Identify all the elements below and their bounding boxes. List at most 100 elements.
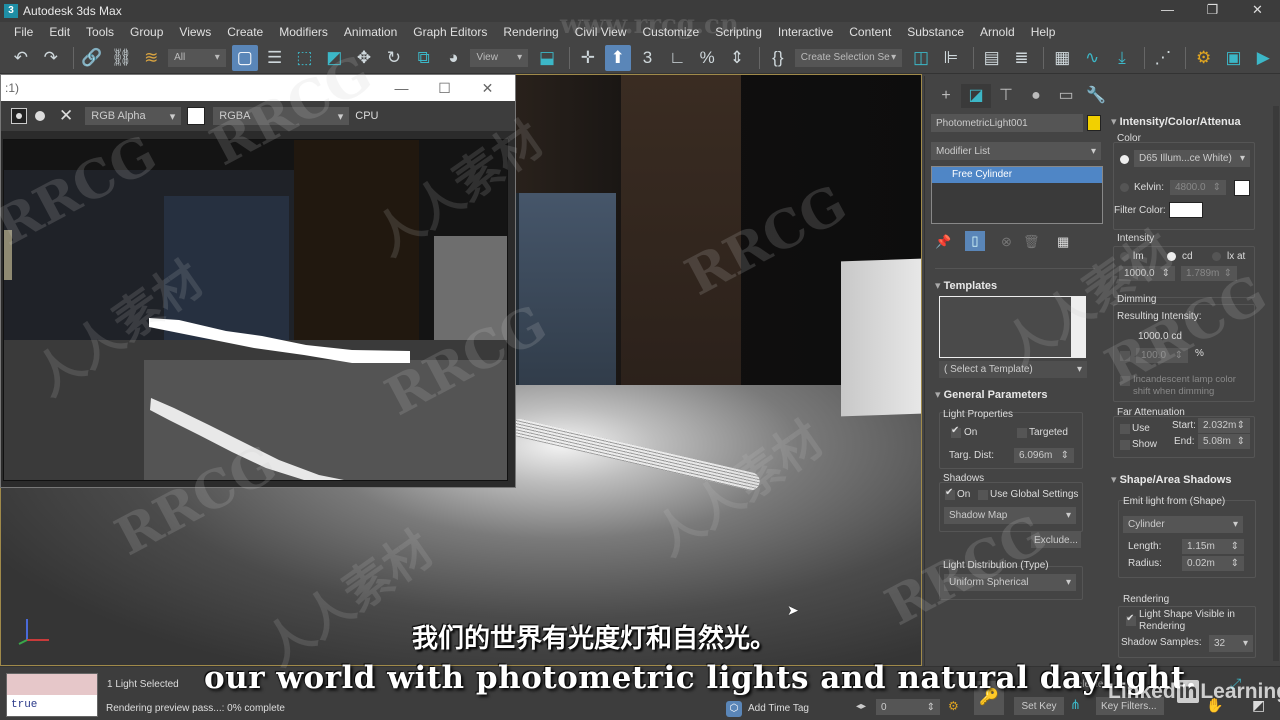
modifier-stack-item[interactable]: Free Cylinder [932, 167, 1102, 183]
restore-icon[interactable]: ❐ [1190, 0, 1235, 22]
menu-content[interactable]: Content [841, 25, 899, 39]
bind-space-warp-icon[interactable]: ≋ [138, 45, 164, 71]
preset-radio[interactable] [1120, 155, 1129, 164]
menu-substance[interactable]: Substance [899, 25, 972, 39]
rotate-icon[interactable]: ↻ [381, 45, 407, 71]
templates-list[interactable] [939, 296, 1086, 358]
align-icon[interactable]: ⊫ [938, 45, 964, 71]
menu-customize[interactable]: Customize [635, 25, 708, 39]
spinner-arrows-icon[interactable]: ⇕ [1175, 350, 1183, 361]
named-selection-dropdown[interactable]: Create Selection Se ▾ [794, 48, 903, 67]
redo-icon[interactable]: ↷ [38, 45, 64, 71]
render-icon[interactable]: ▶ [1250, 45, 1276, 71]
command-panel-scrollbar[interactable] [1273, 106, 1279, 661]
reference-coord-dropdown[interactable]: View ▾ [470, 48, 529, 67]
menu-modifiers[interactable]: Modifiers [271, 25, 336, 39]
menu-civil-view[interactable]: Civil View [567, 25, 635, 39]
templates-rollout-title[interactable]: Templates [935, 279, 998, 292]
curve-editor-icon[interactable]: ∿ [1079, 45, 1105, 71]
lx-at-radio[interactable] [1212, 252, 1221, 261]
spinner-arrows-icon[interactable]: ⇕ [1061, 450, 1069, 461]
color-preset-dropdown[interactable]: D65 Illum...ce White) ▾ [1134, 150, 1250, 167]
modify-tab[interactable]: ◪ [961, 84, 991, 108]
template-select-dropdown[interactable]: ( Select a Template) ▾ [939, 361, 1087, 378]
render-window-titlebar[interactable]: :1) — ☐ ✕ [1, 75, 515, 101]
select-manipulate-icon[interactable]: ✛ [575, 45, 601, 71]
time-tag-icon[interactable]: ⬡ [726, 701, 742, 717]
menu-create[interactable]: Create [219, 25, 271, 39]
targeted-checkbox[interactable] [1017, 428, 1027, 438]
channel-mode-dropdown[interactable]: RGBA ▾ [213, 107, 350, 125]
show-end-result-icon[interactable]: ▯ [965, 231, 985, 251]
object-name-field[interactable]: PhotometricLight001 [931, 114, 1083, 132]
use-global-settings-checkbox[interactable] [978, 490, 988, 500]
close-icon[interactable]: ✕ [1235, 0, 1280, 22]
spinner-arrows-icon[interactable]: ⇕ [1162, 268, 1170, 279]
mirror-icon[interactable]: ◫ [908, 45, 934, 71]
pin-stack-icon[interactable]: 📌 [935, 234, 951, 250]
utilities-tab[interactable]: 🔧 [1081, 84, 1111, 108]
listener-input[interactable] [7, 674, 97, 695]
hierarchy-tab[interactable]: ⊤ [991, 84, 1021, 108]
window-crossing-icon[interactable]: ◩ [321, 45, 347, 71]
unlink-icon[interactable]: ⛓ [108, 45, 134, 71]
spinner-arrows-icon[interactable]: ⇕ [1237, 420, 1245, 431]
shadow-samples-dropdown[interactable]: 32 ▾ [1209, 635, 1253, 652]
mono-channel-icon[interactable] [35, 111, 45, 121]
clear-icon[interactable]: ✕ [59, 106, 73, 126]
edit-named-sets-icon[interactable]: {} [765, 45, 791, 71]
spinner-arrows-icon[interactable]: ⇕ [1213, 182, 1221, 193]
kelvin-spinner[interactable]: 4800.0 ⇕ [1170, 180, 1226, 195]
spinner-arrows-icon[interactable]: ⇕ [927, 702, 935, 713]
maxscript-mini-listener[interactable]: true [6, 673, 98, 717]
display-alpha-icon[interactable] [11, 108, 27, 124]
minimize-icon[interactable]: — [1145, 0, 1190, 22]
motion-tab[interactable]: ● [1021, 84, 1051, 108]
keyboard-shortcut-icon[interactable]: ⬆ [604, 44, 631, 71]
time-configuration-icon[interactable]: ⚙ [948, 699, 959, 713]
scene-explorer-icon[interactable]: ▤ [979, 45, 1005, 71]
move-icon[interactable]: ✥ [351, 45, 377, 71]
color-swatch[interactable] [187, 107, 206, 125]
lx-distance-spinner[interactable]: 1.789m ⇕ [1181, 266, 1237, 281]
far-atten-start-spinner[interactable]: 2.032m ⇕ [1198, 418, 1250, 433]
filter-color-swatch[interactable] [1169, 202, 1203, 218]
remove-modifier-icon[interactable]: 🗑 [1023, 234, 1040, 250]
object-color-swatch[interactable] [1087, 115, 1101, 131]
spinner-arrows-icon[interactable]: ⇕ [1237, 436, 1245, 447]
menu-group[interactable]: Group [122, 25, 171, 39]
spinner-arrows-icon[interactable]: ⇕ [1224, 268, 1232, 279]
rect-selection-icon[interactable]: ⬚ [291, 45, 317, 71]
pivot-icon[interactable]: ⬓ [534, 45, 560, 71]
general-parameters-rollout-title[interactable]: General Parameters [935, 388, 1048, 401]
kelvin-color-swatch[interactable] [1234, 180, 1250, 196]
configure-modifier-sets-icon[interactable]: ▦ [1057, 234, 1069, 250]
create-tab[interactable]: + [931, 84, 961, 108]
dimming-checkbox[interactable] [1120, 351, 1130, 361]
lm-radio[interactable] [1120, 252, 1129, 261]
spinner-arrows-icon[interactable]: ⇕ [1231, 541, 1239, 552]
select-object-icon[interactable]: ▢ [231, 44, 258, 71]
kelvin-radio[interactable] [1120, 183, 1129, 192]
emit-shape-dropdown[interactable]: Cylinder ▾ [1123, 516, 1243, 533]
intensity-color-rollout-title[interactable]: Intensity/Color/Attenua [1111, 115, 1241, 128]
angle-snap-icon[interactable]: ∟ [664, 45, 690, 71]
dimming-percent-spinner[interactable]: 100.0 ⇕ [1136, 348, 1188, 363]
intensity-spinner[interactable]: 1000.0 ⇕ [1119, 266, 1175, 281]
display-tab[interactable]: ▭ [1051, 84, 1081, 108]
menu-file[interactable]: File [6, 25, 41, 39]
close-icon[interactable]: ✕ [466, 75, 509, 101]
place-icon[interactable]: ◕ [441, 45, 467, 71]
menu-arnold[interactable]: Arnold [972, 25, 1023, 39]
render-setup-icon[interactable]: ⚙ [1191, 45, 1217, 71]
menu-tools[interactable]: Tools [78, 25, 122, 39]
targ-dist-spinner[interactable]: 6.096m ⇕ [1014, 448, 1074, 463]
cd-radio[interactable] [1167, 252, 1176, 261]
render-frame-window[interactable]: :1) — ☐ ✕ ✕ RGB Alpha ▾ RGBA ▾ CPU [0, 74, 516, 488]
selection-filter-dropdown[interactable]: All ▾ [168, 48, 226, 67]
schematic-view-icon[interactable]: ⋰ [1150, 45, 1176, 71]
toggle-ribbon-icon[interactable]: ▦ [1049, 45, 1075, 71]
light-on-checkbox[interactable] [951, 425, 961, 438]
menu-views[interactable]: Views [171, 25, 219, 39]
time-config-arrows-icon[interactable]: ◂▸ [856, 701, 866, 712]
